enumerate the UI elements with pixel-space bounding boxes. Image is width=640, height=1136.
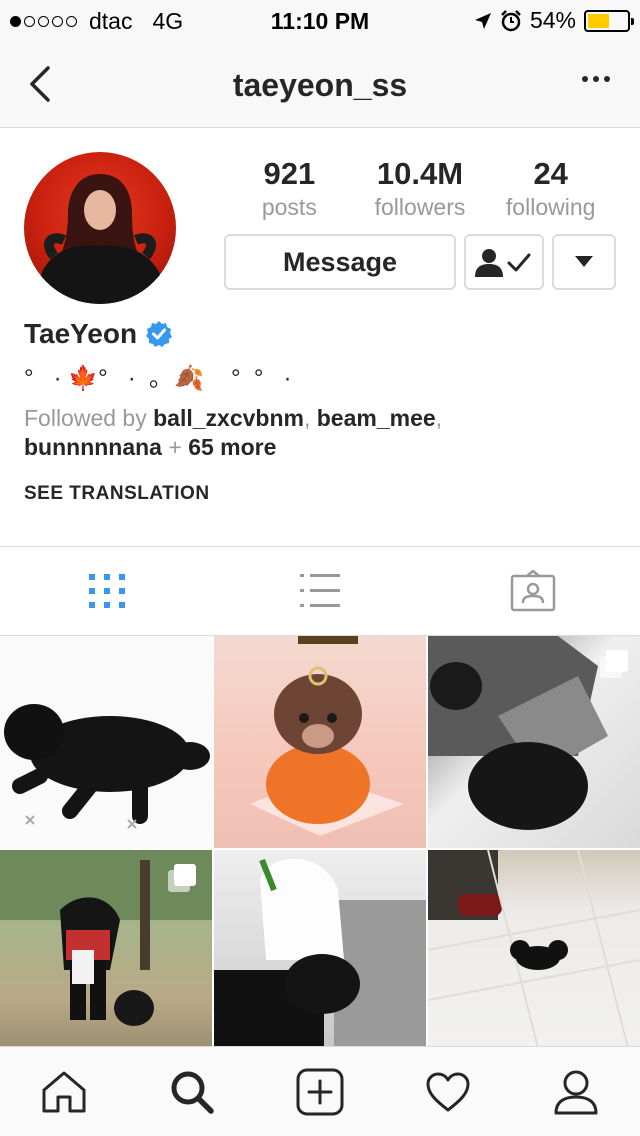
- caret-down-icon: [575, 256, 593, 267]
- post-image: [214, 858, 426, 1046]
- followers-count: 10.4M: [376, 156, 464, 191]
- status-right: 54%: [474, 7, 634, 34]
- heart-icon: [426, 1072, 470, 1111]
- profile-bio: ° · 🍁° · ｡ 🍂 ° ° ·: [24, 365, 292, 392]
- home-icon: [42, 1071, 86, 1112]
- posts-label: posts: [261, 194, 317, 220]
- tab-home[interactable]: [0, 1047, 128, 1136]
- profile-avatar[interactable]: [24, 152, 176, 304]
- multiple-photos-icon: [600, 650, 628, 678]
- posts-count: 921: [263, 156, 316, 191]
- followed-user-link[interactable]: bunnnnnana: [24, 434, 162, 460]
- alarm-clock-icon: [501, 9, 521, 31]
- profile-username-title: taeyeon_ss: [232, 67, 408, 103]
- followed-by-text: Followed by ball_zxcvbnm, beam_mee, bunnn…: [24, 404, 614, 462]
- posts-stat[interactable]: 921 posts: [224, 156, 355, 221]
- battery-icon: [584, 9, 634, 32]
- post-image: [428, 850, 640, 1046]
- followed-more-link[interactable]: 65 more: [188, 434, 276, 460]
- grid-icon: [88, 574, 125, 608]
- person-check-icon: [475, 249, 531, 277]
- list-icon: [299, 574, 340, 607]
- tab-activity[interactable]: [384, 1047, 512, 1136]
- search-icon: [171, 1071, 214, 1114]
- profile-full-name: TaeYeon: [24, 318, 173, 350]
- separator: ,: [435, 405, 443, 431]
- tab-tagged[interactable]: [427, 547, 640, 635]
- status-bar: dtac 4G 11:10 PM 54%: [0, 0, 640, 40]
- tab-search[interactable]: [128, 1047, 256, 1136]
- full-name-text: TaeYeon: [24, 318, 138, 349]
- post-image: [250, 636, 404, 836]
- post-thumbnail[interactable]: [214, 636, 426, 848]
- following-stat[interactable]: 24 following: [485, 156, 616, 221]
- following-label: following: [505, 194, 596, 220]
- followed-user-link[interactable]: beam_mee: [317, 405, 436, 431]
- more-options-icon[interactable]: [582, 76, 610, 82]
- plus-sign: +: [161, 434, 189, 460]
- profile-icon: [554, 1070, 598, 1114]
- tab-profile[interactable]: [512, 1047, 640, 1136]
- post-thumbnail[interactable]: [0, 636, 212, 848]
- post-thumbnail[interactable]: [0, 850, 212, 1046]
- battery-percent: 54%: [529, 7, 576, 33]
- navigation-bar: taeyeon_ss: [0, 40, 640, 128]
- followers-stat[interactable]: 10.4M followers: [355, 156, 486, 221]
- location-arrow-icon: [474, 12, 491, 29]
- separator: ,: [303, 405, 317, 431]
- message-button[interactable]: Message: [224, 234, 456, 290]
- post-thumbnail[interactable]: [428, 636, 640, 848]
- followed-user-link[interactable]: ball_zxcvbnm: [153, 405, 304, 431]
- tab-new-post[interactable]: [256, 1047, 384, 1136]
- avatar-photo: [36, 174, 164, 304]
- post-thumbnail[interactable]: [428, 850, 640, 1046]
- see-translation-link[interactable]: SEE TRANSLATION: [24, 483, 210, 505]
- followers-label: followers: [374, 194, 466, 220]
- bottom-tab-bar: [0, 1046, 640, 1136]
- followed-prefix: Followed by: [24, 405, 154, 431]
- following-count: 24: [533, 156, 568, 191]
- following-button[interactable]: [464, 234, 544, 290]
- tagged-photos-icon: [511, 570, 556, 612]
- post-thumbnail[interactable]: [214, 850, 426, 1046]
- profile-view-tabs: [0, 546, 640, 636]
- multiple-photos-icon: [168, 864, 196, 892]
- verified-badge-icon: [146, 321, 173, 347]
- tab-grid[interactable]: [0, 547, 213, 635]
- photo-grid: [0, 636, 640, 1046]
- profile-stats: 921 posts 10.4M followers 24 following: [224, 156, 616, 221]
- tab-list[interactable]: [213, 547, 426, 635]
- suggested-dropdown-button[interactable]: [552, 234, 616, 290]
- post-image: [4, 704, 210, 829]
- add-post-icon: [296, 1068, 344, 1115]
